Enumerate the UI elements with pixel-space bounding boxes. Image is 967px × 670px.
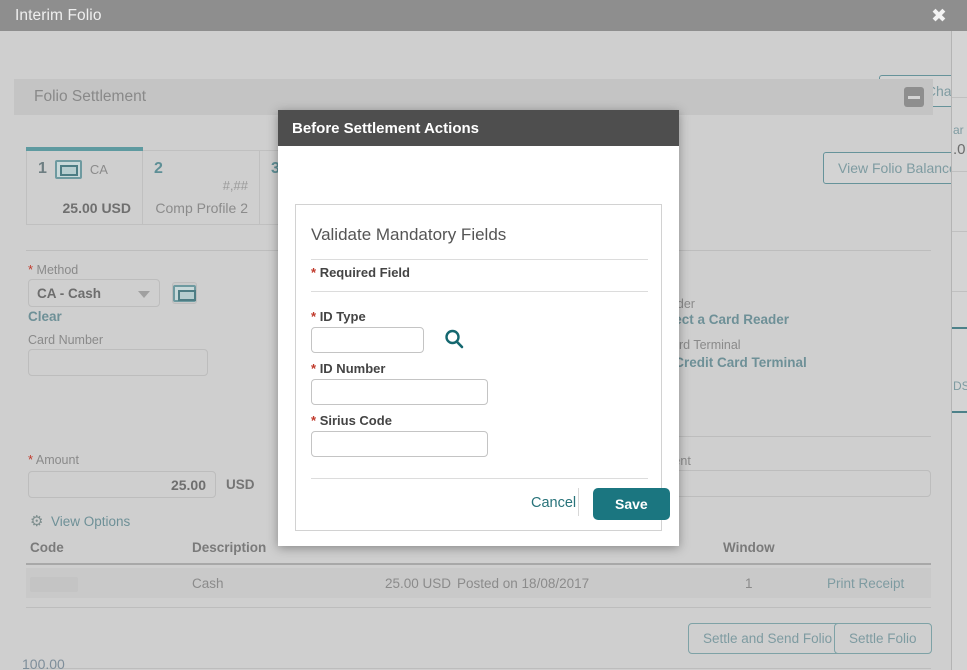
payment-tab-2-row: 2: [154, 158, 248, 180]
modal-title-bar: Before Settlement Actions: [278, 110, 679, 146]
view-folio-balances-button[interactable]: View Folio Balances: [823, 152, 967, 184]
method-cash-icon-button[interactable]: [172, 282, 197, 304]
divider: [952, 231, 967, 232]
table-header-code: Code: [30, 540, 64, 555]
payment-tab-2-hash: #,##: [223, 178, 248, 193]
sliver-text-2: .0: [953, 141, 966, 158]
payment-tab-1-code: CA: [90, 162, 108, 177]
settle-and-send-folio-button[interactable]: Settle and Send Folio: [688, 623, 847, 654]
method-select[interactable]: CA - Cash: [28, 279, 160, 307]
app-window: Post Charge Folio Settlement View Folio …: [0, 0, 967, 670]
search-icon[interactable]: [443, 328, 465, 350]
id-type-label: * ID Type: [311, 309, 366, 324]
divider: [663, 436, 931, 437]
window-title: Interim Folio: [0, 7, 102, 25]
divider: [26, 668, 931, 669]
table-header-window: Window: [723, 540, 775, 555]
payment-tab-2[interactable]: 2 #,## Comp Profile 2: [143, 150, 260, 225]
divider: [311, 291, 648, 292]
comment-input[interactable]: [663, 470, 931, 497]
view-options-link[interactable]: View Options: [51, 514, 130, 529]
window-title-bar: Interim Folio ✖: [0, 0, 967, 31]
required-field-note: * Required Field: [311, 265, 410, 280]
cash-icon: [55, 160, 82, 179]
sliver-accent: [952, 411, 967, 413]
save-button[interactable]: Save: [593, 488, 670, 520]
sliver-text-3: DS: [953, 379, 967, 393]
method-select-value: CA - Cash: [37, 286, 101, 301]
id-type-label-text: ID Type: [320, 309, 366, 324]
method-label: * Method: [28, 262, 78, 277]
payment-tab-1[interactable]: 1 CA 25.00 USD: [26, 150, 143, 225]
collapse-icon[interactable]: [904, 87, 924, 107]
right-panel-sliver: ar .0 DS: [951, 31, 967, 670]
required-star: *: [28, 452, 33, 467]
sliver-text-1: ar: [953, 123, 964, 137]
table-cell-code-masked: [30, 577, 78, 592]
panel-heading: Validate Mandatory Fields: [311, 225, 506, 245]
table-header-description: Description: [192, 540, 266, 555]
gear-icon: ⚙: [30, 514, 45, 529]
required-star: *: [28, 262, 33, 277]
before-settlement-actions-modal: Before Settlement Actions Validate Manda…: [278, 110, 679, 546]
view-folio-balances-label: View Folio Balances: [838, 160, 964, 176]
divider: [952, 171, 967, 172]
payment-tab-1-number: 1: [38, 160, 47, 178]
divider: [952, 291, 967, 292]
amount-label-text: Amount: [36, 453, 79, 467]
sirius-code-label-text: Sirius Code: [320, 413, 392, 428]
table-cell-description: Cash: [192, 576, 224, 591]
card-number-label: Card Number: [28, 333, 103, 347]
amount-label: * Amount: [28, 452, 79, 467]
method-label-text: Method: [37, 263, 79, 277]
chevron-down-icon: [138, 291, 150, 298]
clear-link[interactable]: Clear: [28, 309, 62, 324]
divider: [311, 478, 648, 479]
sliver-accent: [952, 327, 967, 329]
modal-title: Before Settlement Actions: [278, 120, 479, 137]
table-cell-window: 1: [745, 576, 753, 591]
cash-icon: [173, 285, 196, 302]
payment-tab-1-row: 1 CA: [38, 158, 131, 180]
id-number-input[interactable]: [311, 379, 488, 405]
payment-tab-2-number: 2: [154, 160, 163, 178]
divider: [26, 607, 931, 608]
cancel-button[interactable]: Cancel: [531, 495, 576, 511]
id-number-label: * ID Number: [311, 361, 385, 376]
id-type-input[interactable]: [311, 327, 424, 353]
sirius-code-input[interactable]: [311, 431, 488, 457]
bottom-total: 100.00: [22, 656, 65, 670]
card-number-input[interactable]: [28, 349, 208, 376]
section-title: Folio Settlement: [14, 88, 146, 106]
required-star: *: [311, 361, 316, 376]
divider: [578, 488, 579, 516]
divider: [952, 97, 967, 98]
required-star: *: [311, 413, 316, 428]
sirius-code-label: * Sirius Code: [311, 413, 392, 428]
payment-tab-1-amount: 25.00 USD: [63, 200, 131, 216]
close-icon[interactable]: ✖: [929, 6, 949, 26]
id-number-label-text: ID Number: [320, 361, 386, 376]
amount-unit: USD: [226, 477, 255, 492]
divider: [311, 259, 648, 260]
required-field-text: Required Field: [320, 265, 410, 280]
required-star: *: [311, 265, 316, 280]
select-credit-card-terminal-link[interactable]: a Credit Card Terminal: [663, 355, 807, 370]
table-cell-amount: 25.00 USD: [385, 576, 451, 591]
payment-tab-2-sub: Comp Profile 2: [155, 200, 248, 216]
settle-folio-button[interactable]: Settle Folio: [834, 623, 932, 654]
print-receipt-link[interactable]: Print Receipt: [827, 576, 904, 591]
required-star: *: [311, 309, 316, 324]
amount-value: 25.00: [120, 477, 206, 493]
validate-mandatory-fields-panel: Validate Mandatory Fields * Required Fie…: [295, 204, 662, 531]
divider: [26, 563, 931, 565]
table-cell-posted: Posted on 18/08/2017: [457, 576, 589, 591]
select-card-reader-link[interactable]: elect a Card Reader: [663, 312, 789, 327]
